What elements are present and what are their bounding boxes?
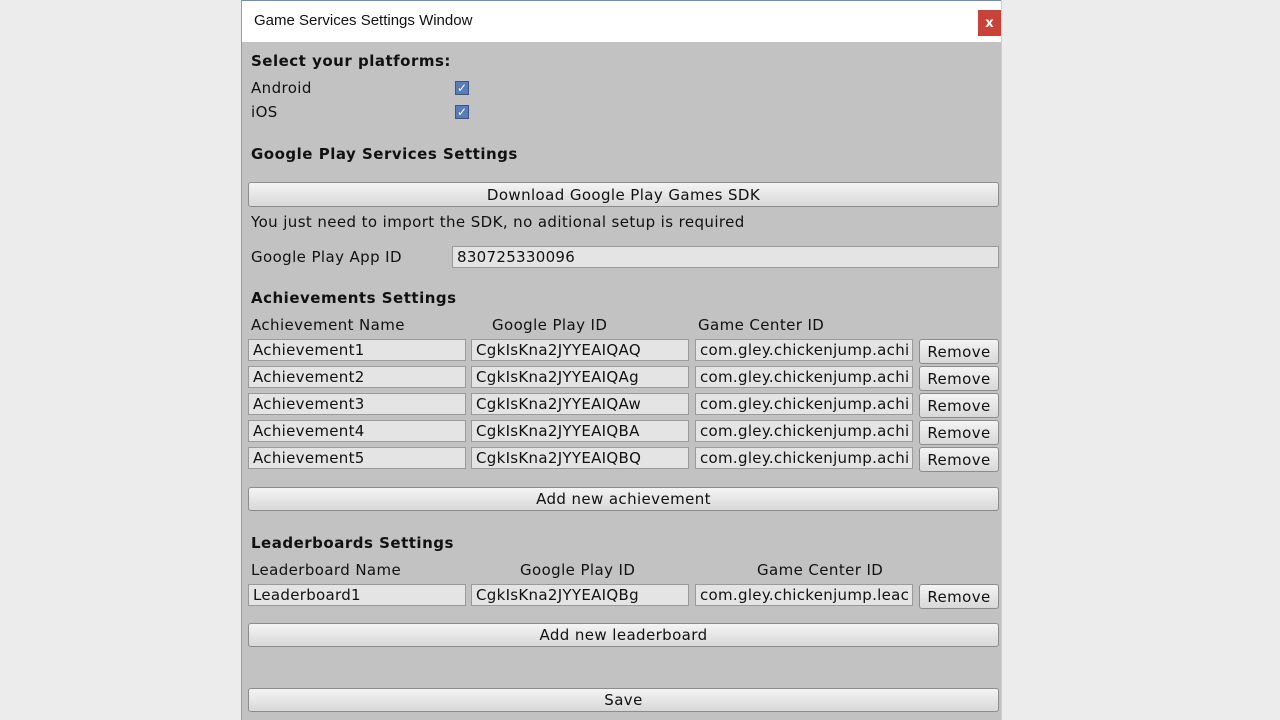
achievement-gp-id-field[interactable]: CgkIsKna2JYYEAIQAw [471, 393, 689, 415]
app-id-field[interactable]: 830725330096 [452, 246, 999, 268]
leaderboard-gc-id-field[interactable]: com.gley.chickenjump.leac [695, 584, 913, 606]
achievement-gc-id-field[interactable]: com.gley.chickenjump.achi [695, 447, 913, 469]
leaderboard-name-header: Leaderboard Name [251, 561, 402, 579]
remove-achievement-button[interactable]: Remove [919, 420, 999, 445]
achievement-name-field[interactable]: Achievement5 [248, 447, 466, 469]
achievement-gp-id-field[interactable]: CgkIsKna2JYYEAIQBA [471, 420, 689, 442]
achievement-gp-header: Google Play ID [492, 316, 608, 334]
achievement-gc-id-field[interactable]: com.gley.chickenjump.achi [695, 366, 913, 388]
achievement-name-field[interactable]: Achievement3 [248, 393, 466, 415]
achievement-gc-id-field[interactable]: com.gley.chickenjump.achi [695, 420, 913, 442]
leaderboard-gp-id-field[interactable]: CgkIsKna2JYYEAIQBg [471, 584, 689, 606]
achievement-gc-id-field[interactable]: com.gley.chickenjump.achi [695, 339, 913, 361]
settings-window: Game Services Settings Window x Select y… [241, 0, 1002, 720]
remove-achievement-button[interactable]: Remove [919, 366, 999, 391]
leaderboard-name-field[interactable]: Leaderboard1 [248, 584, 466, 606]
remove-achievement-button[interactable]: Remove [919, 393, 999, 418]
close-icon: x [985, 15, 994, 31]
achievement-name-header: Achievement Name [251, 316, 405, 334]
achievement-gp-id-field[interactable]: CgkIsKna2JYYEAIQAg [471, 366, 689, 388]
achievement-gp-id-field[interactable]: CgkIsKna2JYYEAIQBQ [471, 447, 689, 469]
leaderboard-gp-header: Google Play ID [520, 561, 636, 579]
download-sdk-button[interactable]: Download Google Play Games SDK [248, 182, 999, 207]
achievement-name-field[interactable]: Achievement4 [248, 420, 466, 442]
achievement-name-field[interactable]: Achievement1 [248, 339, 466, 361]
checkmark-icon: ✓ [456, 81, 468, 95]
achievement-gp-id-field[interactable]: CgkIsKna2JYYEAIQAQ [471, 339, 689, 361]
sdk-note: You just need to import the SDK, no adit… [251, 213, 745, 231]
achievement-name-field[interactable]: Achievement2 [248, 366, 466, 388]
remove-achievement-button[interactable]: Remove [919, 447, 999, 472]
google-play-heading: Google Play Services Settings [251, 145, 518, 163]
achievement-gc-header: Game Center ID [698, 316, 825, 334]
close-button[interactable]: x [978, 10, 1001, 36]
platform-android-label: Android [251, 79, 312, 97]
platform-ios-label: iOS [251, 103, 278, 121]
checkmark-icon: ✓ [456, 105, 468, 119]
platform-ios-checkbox[interactable]: ✓ [455, 105, 469, 119]
platforms-heading: Select your platforms: [251, 52, 451, 70]
achievements-heading: Achievements Settings [251, 289, 457, 307]
add-leaderboard-button[interactable]: Add new leaderboard [248, 623, 999, 647]
achievement-gc-id-field[interactable]: com.gley.chickenjump.achi [695, 393, 913, 415]
leaderboards-heading: Leaderboards Settings [251, 534, 454, 552]
title-bar: Game Services Settings Window x [242, 0, 1001, 42]
leaderboard-gc-header: Game Center ID [757, 561, 884, 579]
remove-leaderboard-button[interactable]: Remove [919, 584, 999, 609]
save-button[interactable]: Save [248, 688, 999, 712]
add-achievement-button[interactable]: Add new achievement [248, 487, 999, 511]
platform-android-checkbox[interactable]: ✓ [455, 81, 469, 95]
remove-achievement-button[interactable]: Remove [919, 339, 999, 364]
app-id-label: Google Play App ID [251, 248, 402, 266]
window-title: Game Services Settings Window [254, 12, 473, 29]
